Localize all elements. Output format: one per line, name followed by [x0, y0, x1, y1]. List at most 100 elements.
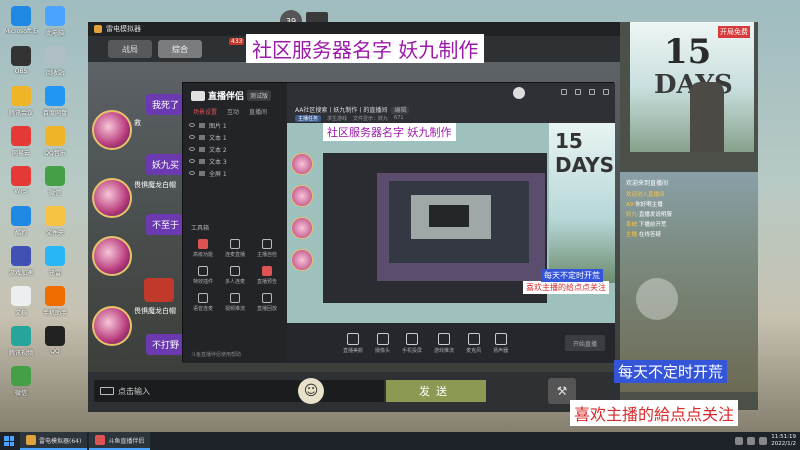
app-icon: [45, 6, 65, 26]
tab-room[interactable]: 直播间: [249, 107, 267, 116]
desktop-icon[interactable]: 微信: [4, 366, 38, 397]
room-meta: 主播任务 求生游戏 文件显示：妖九 671: [295, 115, 404, 122]
desktop-icon[interactable]: 回收站: [38, 46, 72, 77]
live-toolbar-item[interactable]: 摄像头: [375, 332, 390, 354]
nested-avatars: [291, 153, 321, 281]
desktop-icon[interactable]: 游戏加速: [4, 246, 38, 277]
eye-icon[interactable]: [189, 159, 195, 163]
scene-item[interactable]: 文本 2: [187, 143, 283, 155]
settings-icon[interactable]: [561, 89, 567, 95]
eye-icon[interactable]: [189, 147, 195, 151]
clock[interactable]: 11:51:19 2022/1/2: [771, 434, 796, 448]
desktop-icon[interactable]: 迅雷: [38, 246, 72, 277]
volume-icon[interactable]: [759, 437, 768, 445]
scene-item[interactable]: 图片 1: [187, 119, 283, 131]
tab-battle[interactable]: 战局: [108, 40, 152, 58]
tool-icon: [230, 266, 240, 276]
start-live-button[interactable]: 开始直播: [565, 335, 605, 351]
close-icon[interactable]: [603, 89, 609, 95]
desktop-icon[interactable]: QQ: [38, 326, 72, 355]
room-title: AA社区搜索丨妖九制作丨的直播间 编辑: [295, 105, 410, 114]
scene-item[interactable]: 文本 3: [187, 155, 283, 167]
scene-item[interactable]: 文本 1: [187, 131, 283, 143]
emoji-button[interactable]: ☺: [298, 378, 324, 404]
chat-input[interactable]: 点击输入: [94, 380, 384, 402]
desktop-icon-label: 文件夹: [45, 230, 64, 237]
avatar[interactable]: [513, 87, 525, 99]
menu-icon[interactable]: [575, 89, 581, 95]
nested-preview: [377, 173, 545, 281]
desktop-icon[interactable]: Microsoft Edge: [4, 6, 38, 35]
minimize-icon[interactable]: [589, 89, 595, 95]
tool-icon: [230, 293, 240, 303]
desktop-icon[interactable]: 文件夹: [38, 206, 72, 237]
eye-icon[interactable]: [189, 171, 195, 175]
app-icon: [11, 366, 31, 386]
tool-item[interactable]: 视频推流: [219, 293, 251, 312]
live-toolbar-item[interactable]: 手机投屏: [402, 332, 422, 354]
scene-label: 全屏 1: [209, 170, 227, 178]
tab-general[interactable]: 综合: [158, 40, 202, 58]
tool-item[interactable]: 连麦直播: [219, 239, 251, 258]
tool-item[interactable]: 特效插件: [187, 266, 219, 285]
desktop-icon-label: WPS: [14, 188, 28, 195]
system-tray: 11:51:19 2022/1/2: [735, 432, 796, 450]
help-link[interactable]: 斗鱼直播伴侣使用帮助: [191, 351, 241, 358]
tool-item[interactable]: 高级功能: [187, 239, 219, 258]
live-version: 测试版: [247, 90, 272, 101]
network-icon[interactable]: [747, 437, 756, 445]
desktop-icon-label: 腾讯会议: [8, 110, 33, 117]
desktop-icon[interactable]: 腾讯视频: [4, 326, 38, 357]
gift-icon: [144, 278, 174, 302]
desktop-icon[interactable]: OBS: [4, 46, 38, 75]
eye-icon[interactable]: [189, 123, 195, 127]
tool-item[interactable]: 直播预告: [251, 266, 283, 285]
tool-item[interactable]: 直播回放: [251, 293, 283, 312]
banner-schedule: 每天不定时开荒: [614, 360, 728, 383]
taskbar-item-live[interactable]: 斗鱼直播伴侣: [89, 432, 151, 450]
app-icon: [11, 6, 31, 26]
source-icon: [199, 158, 205, 164]
tray-icon[interactable]: [735, 437, 744, 445]
desktop-icon[interactable]: 网易云: [4, 126, 38, 157]
tab-interact[interactable]: 互动: [227, 107, 239, 116]
tool-item[interactable]: 主播自检: [251, 239, 283, 258]
live-toolbar-item[interactable]: 扬声器: [493, 332, 508, 354]
tool-item[interactable]: 多人连麦: [219, 266, 251, 285]
taskbar-item-emulator[interactable]: 雷电模拟器(64): [20, 432, 88, 450]
tool-item[interactable]: 语音连麦: [187, 293, 219, 312]
live-tabs: 场景设置 互动 直播间: [193, 107, 267, 116]
live-header: AA社区搜索丨妖九制作丨的直播间 编辑 主播任务 求生游戏 文件显示：妖九 671: [287, 83, 615, 123]
desktop-icon[interactable]: 手机助手: [38, 286, 72, 317]
desktop-icon-label: 此电脑: [45, 30, 64, 37]
scene-item[interactable]: 全屏 1: [187, 167, 283, 179]
source-icon: [199, 170, 205, 176]
clock-date: 2022/1/2: [771, 441, 796, 447]
desktop-icon[interactable]: 酷狗: [4, 206, 38, 237]
desktop-icon[interactable]: QQ音乐: [38, 126, 72, 157]
live-toolbar-item[interactable]: 直播美颜: [343, 332, 363, 354]
live-toolbar-item[interactable]: 游戏推流: [434, 332, 454, 354]
desktop-icon[interactable]: 此电脑: [38, 6, 72, 37]
edit-tag[interactable]: 编辑: [391, 107, 410, 114]
avatar: [92, 306, 132, 346]
tool-label: 语音连麦: [192, 306, 213, 312]
start-button[interactable]: [0, 432, 18, 450]
avatar: [92, 236, 132, 276]
scene-label: 图片 1: [209, 122, 227, 130]
nested-deep: [389, 181, 529, 263]
desktop-icon[interactable]: 百度网盘: [38, 86, 72, 117]
send-button[interactable]: 发送: [386, 380, 486, 402]
eye-icon[interactable]: [189, 135, 195, 139]
phone-message: 主播:在线答疑: [626, 232, 661, 238]
desktop-icon[interactable]: 文档: [4, 286, 38, 317]
desktop-icon[interactable]: WPS: [4, 166, 38, 195]
joystick-control[interactable]: [636, 278, 678, 320]
desktop-icon[interactable]: 腾讯会议: [4, 86, 38, 117]
source-icon: [199, 134, 205, 140]
desktop-icon[interactable]: 微信: [38, 166, 72, 197]
task-pill[interactable]: 主播任务: [295, 115, 322, 122]
tab-scenes[interactable]: 场景设置: [193, 107, 217, 116]
tool-label: 连麦直播: [224, 252, 245, 258]
live-toolbar-item[interactable]: 麦克风: [466, 332, 481, 354]
